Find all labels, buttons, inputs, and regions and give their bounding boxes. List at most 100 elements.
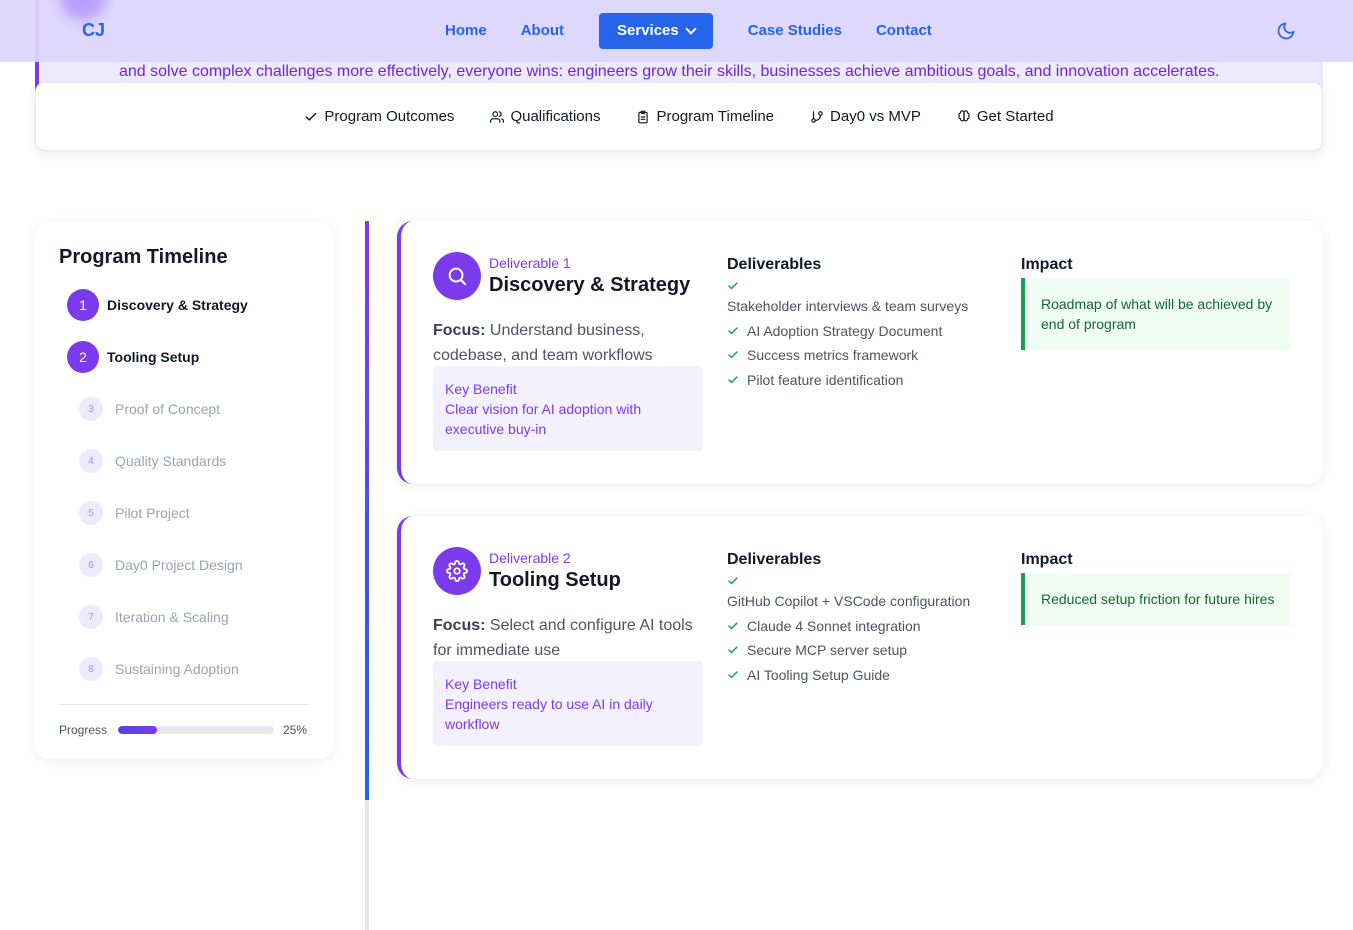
check-icon: [728, 351, 738, 359]
timeline-sidebar: Program Timeline 1 Discovery & Strategy …: [35, 222, 333, 759]
sidebar-title: Program Timeline: [59, 246, 228, 268]
sidebar-step-7[interactable]: 7 Iteration & Scaling: [59, 591, 309, 643]
subnav-label: Qualifications: [510, 108, 601, 125]
focus-label: Focus:: [433, 617, 486, 634]
sidebar-step-3[interactable]: 3 Proof of Concept: [59, 383, 309, 435]
sidebar-step-5[interactable]: 5 Pilot Project: [59, 487, 309, 539]
step-label: Iteration & Scaling: [115, 609, 229, 625]
impact-heading: Impact: [1021, 256, 1073, 273]
focus-text: Focus: Understand business, codebase, an…: [433, 318, 693, 368]
step-number: 4: [79, 449, 103, 473]
search-icon: [433, 252, 481, 300]
top-nav: CJ Home About Services Case Studies Cont…: [0, 0, 1353, 62]
subnav-qualifications[interactable]: Qualifications: [490, 108, 600, 125]
impact-text: Reduced setup friction for future hires: [1021, 573, 1291, 625]
gear-icon: [433, 547, 481, 595]
list-item: Claude 4 Sonnet integration: [727, 614, 997, 639]
sidebar-step-4[interactable]: 4 Quality Standards: [59, 435, 309, 487]
nav-services[interactable]: Services: [599, 13, 713, 49]
subnav-label: Program Outcomes: [324, 108, 455, 125]
focus-text: Focus: Select and configure AI tools for…: [433, 613, 693, 663]
subnav-program-timeline[interactable]: Program Timeline: [636, 108, 774, 125]
nav-home[interactable]: Home: [428, 13, 504, 49]
nav-about[interactable]: About: [504, 13, 581, 49]
step-label: Proof of Concept: [115, 401, 221, 417]
deliverable-card-2: Deliverable 2 Tooling Setup Focus: Selec…: [397, 516, 1323, 779]
users-icon: [490, 110, 505, 123]
git-branch-icon: [811, 110, 823, 123]
impact-section: Impact Roadmap of what will be achieved …: [1021, 256, 1291, 350]
nav-links: Home About Services Case Studies Contact: [428, 13, 949, 49]
benefit-text: Engineers ready to use AI in daily workf…: [445, 696, 653, 732]
card-title: Tooling Setup: [489, 569, 621, 591]
check-icon: [727, 573, 997, 589]
deliverables-list: Deliverables Stakeholder interviews & te…: [727, 256, 997, 392]
card-title: Discovery & Strategy: [489, 274, 691, 296]
deliverable-text: AI Tooling Setup Guide: [747, 666, 890, 683]
list-item: GitHub Copilot + VSCode configuration: [727, 589, 997, 614]
sidebar-step-1[interactable]: 1 Discovery & Strategy: [59, 279, 309, 331]
chevron-down-icon: [685, 23, 697, 35]
deliverable-text: GitHub Copilot + VSCode configuration: [727, 593, 971, 609]
check-icon: [305, 112, 317, 121]
key-benefit-box: Key Benefit Clear vision for AI adoption…: [433, 366, 703, 451]
subnav-day0-vs-mvp[interactable]: Day0 vs MVP: [810, 108, 921, 125]
deliverable-text: AI Adoption Strategy Document: [747, 322, 943, 339]
step-number: 2: [67, 341, 99, 373]
step-number: 3: [79, 397, 103, 421]
list-item: Stakeholder interviews & team surveys: [727, 294, 997, 319]
moon-icon[interactable]: [1276, 21, 1296, 41]
sidebar-step-6[interactable]: 6 Day0 Project Design: [59, 539, 309, 591]
logo[interactable]: CJ: [82, 20, 105, 41]
deliverables-heading: Deliverables: [727, 551, 822, 568]
nav-case-studies[interactable]: Case Studies: [731, 13, 859, 49]
step-label: Sustaining Adoption: [115, 661, 239, 677]
benefit-text: Clear vision for AI adoption with execut…: [445, 401, 642, 437]
step-number: 1: [67, 289, 99, 321]
list-item: AI Tooling Setup Guide: [727, 663, 997, 688]
step-number: 6: [79, 553, 103, 577]
step-label: Tooling Setup: [107, 349, 200, 365]
list-item: AI Adoption Strategy Document: [727, 319, 997, 344]
step-number: 7: [79, 605, 103, 629]
check-icon: [727, 278, 997, 294]
step-number: 8: [79, 657, 103, 681]
deliverable-text: Claude 4 Sonnet integration: [747, 617, 921, 634]
check-icon: [728, 622, 738, 629]
nav-services-label: Services: [617, 22, 679, 39]
logo-decoration: [60, 0, 106, 20]
progress-value: 25%: [283, 723, 308, 737]
deliverable-number: Deliverable 2: [489, 550, 571, 566]
progress-bar: [118, 726, 274, 734]
sidebar-step-8[interactable]: 8 Sustaining Adoption: [59, 643, 309, 695]
list-item: Secure MCP server setup: [727, 638, 997, 663]
deliverable-number: Deliverable 1: [489, 255, 571, 271]
clipboard-icon: [638, 110, 649, 123]
divider: [59, 704, 309, 705]
check-icon: [728, 646, 738, 654]
deliverable-text: Stakeholder interviews & team surveys: [727, 298, 969, 314]
check-icon: [728, 327, 738, 334]
step-label: Pilot Project: [115, 505, 190, 521]
hero-text: and solve complex challenges more effect…: [119, 63, 1220, 80]
sidebar-step-2[interactable]: 2 Tooling Setup: [59, 331, 309, 383]
step-label: Quality Standards: [115, 453, 227, 469]
brain-icon: [958, 109, 970, 121]
check-icon: [728, 671, 738, 678]
section-nav: Program Outcomes Qualifications Program …: [35, 82, 1323, 151]
benefit-title: Key Benefit: [445, 676, 517, 692]
focus-label: Focus:: [433, 322, 486, 339]
subnav-program-outcomes[interactable]: Program Outcomes: [304, 108, 454, 125]
impact-text: Roadmap of what will be achieved by end …: [1021, 278, 1291, 350]
benefit-title: Key Benefit: [445, 381, 517, 397]
step-label: Day0 Project Design: [115, 557, 243, 573]
progress-label: Progress: [59, 723, 108, 737]
deliverable-text: Pilot feature identification: [747, 371, 904, 388]
nav-contact[interactable]: Contact: [859, 13, 949, 49]
deliverable-text: Secure MCP server setup: [747, 642, 908, 658]
list-item: Success metrics framework: [727, 343, 997, 368]
subnav-get-started[interactable]: Get Started: [957, 108, 1054, 125]
deliverables-heading: Deliverables: [727, 256, 822, 273]
timeline-progress-line: [365, 221, 369, 800]
key-benefit-box: Key Benefit Engineers ready to use AI in…: [433, 661, 703, 746]
